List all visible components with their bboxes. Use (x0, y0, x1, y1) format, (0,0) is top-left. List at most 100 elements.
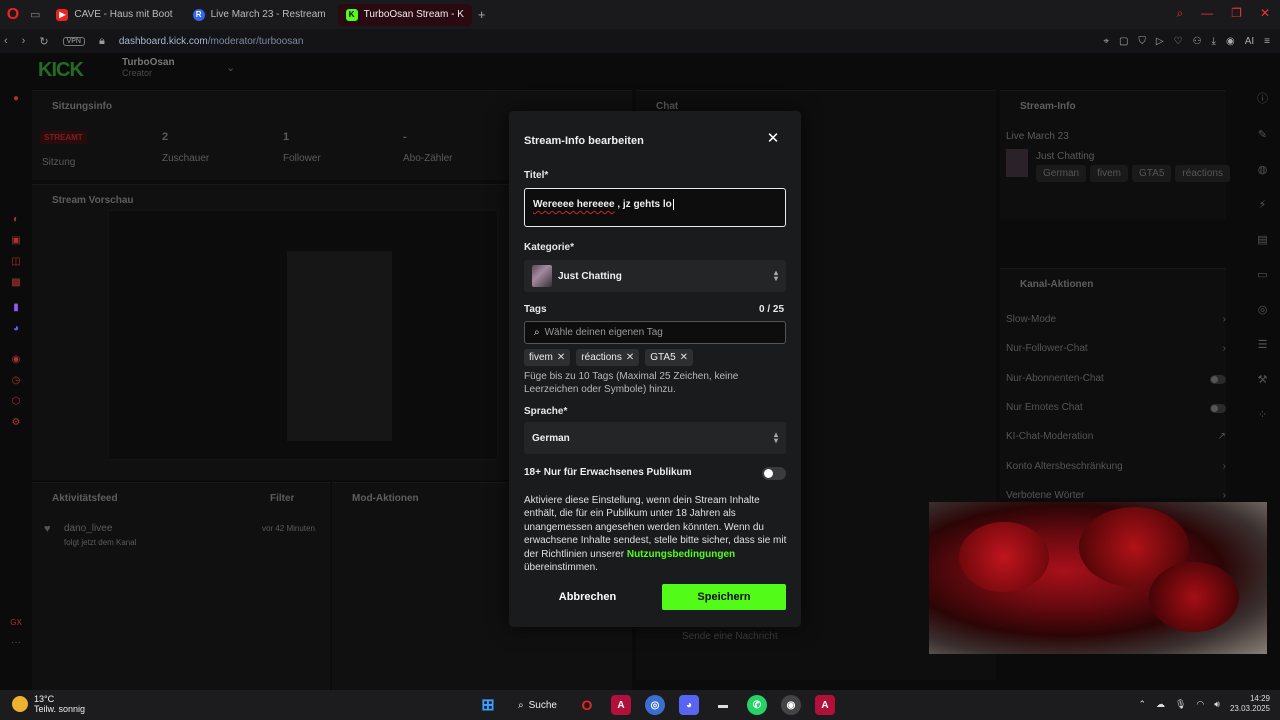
download-icon[interactable]: ⤓ (1212, 36, 1216, 47)
windows-start-icon[interactable]: ⊞ (478, 695, 498, 715)
forward-icon[interactable]: › (22, 35, 26, 47)
camera-icon[interactable]: ◉ (1226, 36, 1235, 47)
tab-youtube[interactable]: ▶ CAVE - Haus mit Boot (48, 4, 180, 26)
chevron-right-icon: › (1222, 314, 1226, 325)
opera-logo-icon[interactable]: O (0, 0, 26, 29)
lightning-icon[interactable]: ⚡︎ (1259, 198, 1267, 211)
new-tab-icon[interactable]: + (478, 7, 486, 22)
app-icon[interactable]: ▬ (713, 695, 733, 715)
app-icon[interactable]: ◎ (644, 695, 665, 715)
activity-user[interactable]: dano_livee (64, 523, 112, 534)
discord-icon[interactable]: ◕ (678, 695, 699, 715)
sidebar-gx-icon[interactable]: GX (10, 618, 22, 627)
list-icon[interactable]: ☰ (1258, 338, 1268, 351)
mature-content-toggle[interactable] (762, 467, 786, 480)
chevron-down-icon[interactable]: ⌄ (226, 61, 235, 74)
save-button[interactable]: Speichern (662, 584, 786, 610)
language-select[interactable]: German ▴ ▾ (524, 422, 786, 454)
category-select[interactable]: Just Chatting ▴ ▾ (524, 260, 786, 292)
pin-icon[interactable]: ⌖ (1103, 36, 1109, 47)
shield-icon[interactable]: ⛉ (1138, 36, 1146, 47)
snapshot-icon[interactable]: ▢ (1119, 36, 1128, 47)
wifi-icon[interactable]: ◠ (1196, 699, 1204, 710)
wrench-icon[interactable]: ⚒ (1258, 373, 1268, 386)
mic-icon[interactable]: 🎙︎ (1175, 699, 1186, 710)
sidebar-messenger-icon[interactable]: ▩ (11, 277, 20, 288)
sidebar-twitch-icon[interactable]: ▮ (13, 302, 19, 313)
tag-search-input[interactable]: ⌕ Wähle deinen eigenen Tag (524, 321, 786, 344)
search-icon: ⌕ (518, 699, 524, 711)
close-window-icon[interactable]: ✕ (1260, 6, 1270, 21)
emote-chat-toggle[interactable] (1210, 404, 1226, 413)
volume-icon[interactable]: 🔊︎ (1214, 699, 1220, 710)
minimize-icon[interactable]: — (1201, 6, 1213, 21)
follower-chat-row[interactable]: Nur-Follower-Chat › (1006, 343, 1226, 354)
ai-moderation-row[interactable]: KI-Chat-Moderation ↗ (1006, 431, 1226, 442)
slow-mode-row[interactable]: Slow-Mode › (1006, 314, 1226, 325)
remove-tag-icon[interactable]: ✕ (626, 352, 634, 363)
sidebar-discord-icon[interactable]: ◕ (13, 323, 19, 334)
sidebar-extension-icon[interactable]: ▣ (11, 235, 20, 246)
sidebar-settings-icon[interactable]: ⚙ (12, 417, 21, 428)
more-icon[interactable]: ⁘ (1258, 408, 1267, 421)
tag: GTA5 (1132, 165, 1172, 182)
menu-icon[interactable]: ≡ (1264, 36, 1270, 47)
cloud-icon[interactable]: ☁ (1156, 699, 1165, 710)
tab-kick[interactable]: K TurboOsan Stream - K (337, 3, 472, 26)
whatsapp-icon[interactable]: ✆ (746, 695, 767, 715)
weather-condition: Teilw. sonnig (34, 704, 86, 714)
vpn-badge[interactable]: VPN (62, 36, 85, 46)
search-tabs-icon[interactable]: ⌕ (1176, 6, 1183, 21)
app-icon[interactable]: ◉ (780, 695, 801, 715)
activity-filter-button[interactable]: Filter (270, 493, 294, 504)
terms-link[interactable]: Nutzungsbedingungen (627, 549, 735, 560)
chevron-up-icon[interactable]: ⌃ (1138, 699, 1146, 710)
tags-help-text: Füge bis zu 10 Tags (Maximal 25 Zeichen,… (524, 371, 739, 395)
ai-button[interactable]: AI (1245, 36, 1254, 47)
kick-logo[interactable]: KICK (38, 59, 84, 82)
subscriber-chat-toggle[interactable] (1210, 375, 1226, 384)
reload-icon[interactable]: ↻ (39, 35, 48, 48)
weather-widget[interactable]: 13°C Teilw. sonnig (12, 694, 85, 714)
stream-preview-video[interactable] (108, 210, 498, 460)
external-link-icon: ↗ (1217, 431, 1226, 442)
taskbar-search[interactable]: ⌕ Suche (512, 700, 563, 711)
channel-switcher[interactable]: TurboOsan Creator (122, 57, 175, 78)
chat-input[interactable]: Sende eine Nachricht (682, 631, 778, 642)
chat-bubble-icon[interactable]: ▭ (1257, 268, 1267, 281)
back-icon[interactable]: ‹ (4, 35, 8, 47)
sidebar-tabs-icon[interactable]: ⬡ (12, 396, 21, 407)
app-icon[interactable]: A (814, 695, 835, 715)
opera-gx-icon[interactable]: O (577, 695, 597, 715)
clock[interactable]: 14:29 23.03.2025 (1230, 694, 1270, 714)
address-bar: ‹ › ↻ VPN 🔒︎ dashboard.kick.com/moderato… (0, 29, 1280, 53)
play-icon[interactable]: ▷ (1156, 36, 1164, 47)
heart-icon[interactable]: ♡ (1174, 36, 1183, 47)
url-field[interactable]: dashboard.kick.com/moderator/turboosan (119, 36, 304, 47)
document-icon[interactable]: ▤ (1257, 233, 1267, 246)
maximize-icon[interactable]: ❐ (1231, 6, 1242, 21)
camera-icon[interactable]: ◍ (1258, 163, 1268, 176)
sidebar-more-icon[interactable]: ··· (11, 637, 21, 648)
info-icon[interactable]: ⓘ (1257, 90, 1268, 106)
close-icon[interactable]: ✕ (765, 131, 781, 147)
account-icon[interactable]: ⚇ (1193, 36, 1202, 47)
sidebar-instagram-icon[interactable]: ◫ (11, 256, 20, 267)
sidebar-aria-icon[interactable]: ◐ (13, 214, 19, 225)
title-input[interactable]: Wereeee hereeee , jz gehts lo (524, 188, 786, 227)
cancel-button[interactable]: Abbrechen (524, 584, 651, 610)
age-restriction-row[interactable]: Konto Altersbeschränkung › (1006, 461, 1226, 472)
channel-actions-title: Kanal-Aktionen (1020, 279, 1094, 290)
app-icon[interactable]: A (610, 695, 631, 715)
remove-tag-icon[interactable]: ✕ (680, 352, 688, 363)
sidebar-history-icon[interactable]: ◷ (12, 375, 21, 386)
tab-overview-icon[interactable]: ▭ (30, 8, 40, 21)
banned-words-row[interactable]: Verbotene Wörter › (1006, 490, 1226, 501)
edit-icon[interactable]: ✎ (1258, 128, 1267, 141)
broadcast-icon[interactable]: ◎ (1258, 303, 1268, 316)
sidebar-music-icon[interactable]: ◉ (12, 354, 21, 365)
remove-tag-icon[interactable]: ✕ (557, 352, 565, 363)
sidebar-opera-icon[interactable]: ● (13, 93, 19, 104)
tab-restream[interactable]: R Live March 23 - Restream (185, 4, 334, 26)
browser-tab-bar: O ▭ ▶ CAVE - Haus mit Boot R Live March … (0, 0, 1280, 29)
